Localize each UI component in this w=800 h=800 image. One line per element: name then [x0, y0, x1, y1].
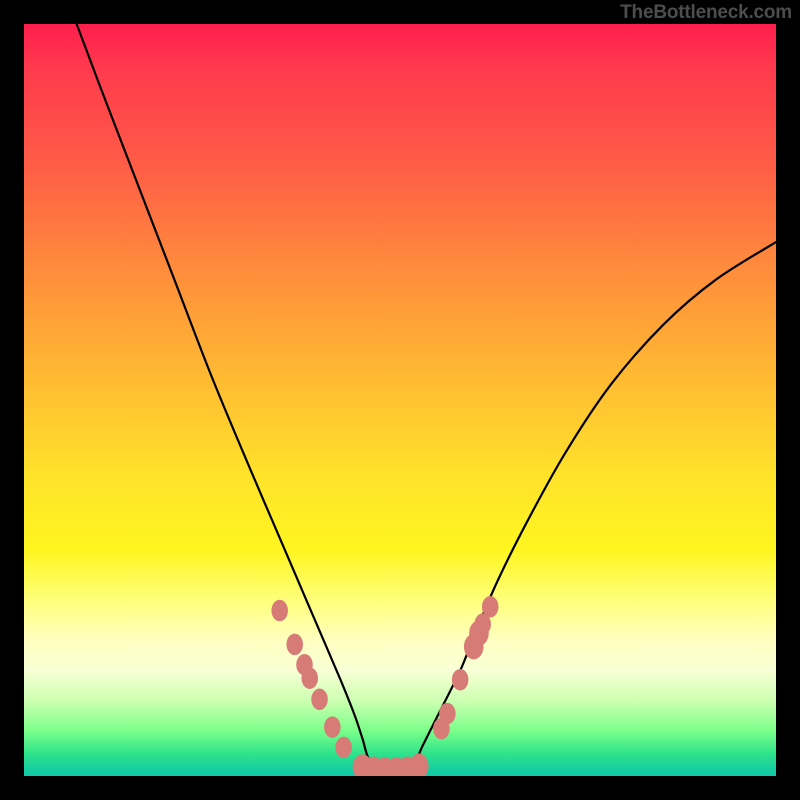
curve-markers [271, 596, 498, 776]
curve-marker [301, 667, 318, 689]
curve-marker [271, 600, 288, 622]
curve-marker [364, 757, 384, 776]
curve-marker [433, 718, 450, 740]
curve-marker [398, 757, 418, 776]
curve-marker [324, 716, 341, 738]
curve-marker [469, 620, 489, 645]
curve-marker [386, 757, 406, 776]
curve-marker [439, 703, 456, 725]
curve-marker [482, 596, 499, 618]
attribution-text: TheBottleneck.com [620, 2, 792, 24]
curve-marker [353, 754, 373, 776]
curve-marker [296, 654, 313, 676]
chart-frame: TheBottleneck.com [0, 0, 800, 800]
curve-marker [286, 634, 303, 656]
curve-marker [335, 737, 352, 759]
curve-line [77, 24, 776, 769]
curve-marker [311, 689, 328, 711]
curve-marker [464, 634, 484, 659]
curve-marker [474, 613, 491, 635]
curve-marker [452, 669, 469, 691]
bottleneck-curve [24, 24, 776, 776]
curve-marker [375, 757, 395, 776]
curve-marker [409, 754, 429, 776]
plot-area [24, 24, 776, 776]
